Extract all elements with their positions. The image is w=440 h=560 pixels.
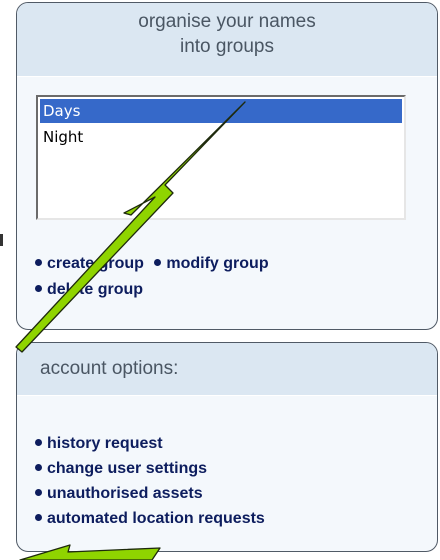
unauthorised-assets-link[interactable]: unauthorised assets xyxy=(35,481,203,506)
bullet-icon xyxy=(35,489,42,496)
groups-title-line1: organise your names xyxy=(138,11,316,32)
group-actions: create group modify group delete group xyxy=(35,251,269,303)
bullet-icon xyxy=(35,439,42,446)
unauthorised-assets-label: unauthorised assets xyxy=(47,485,203,502)
account-options-title: account options: xyxy=(40,358,179,379)
create-group-label: create group xyxy=(47,255,144,272)
groups-panel-header: organise your names into groups xyxy=(17,3,437,77)
list-item-days[interactable]: Days xyxy=(40,99,402,123)
edge-marker xyxy=(0,234,3,246)
change-user-settings-link[interactable]: change user settings xyxy=(35,456,207,481)
history-request-label: history request xyxy=(47,435,163,452)
create-group-link[interactable]: create group xyxy=(35,251,144,277)
bullet-icon xyxy=(154,259,162,266)
bullet-icon xyxy=(35,285,42,292)
groups-panel: organise your names into groups Days Nig… xyxy=(16,2,438,330)
automated-location-requests-link[interactable]: automated location requests xyxy=(35,506,265,531)
bullet-icon xyxy=(35,514,42,521)
groups-title-line2: into groups xyxy=(179,36,274,57)
account-panel-header: account options: xyxy=(17,343,437,396)
change-user-settings-label: change user settings xyxy=(47,460,208,477)
list-item-night[interactable]: Night xyxy=(40,125,402,149)
bullet-icon xyxy=(35,464,42,471)
history-request-link[interactable]: history request xyxy=(35,431,163,456)
automated-location-requests-label: automated location requests xyxy=(47,510,265,527)
bullet-icon xyxy=(35,259,42,266)
groups-listbox[interactable]: Days Night xyxy=(36,95,406,220)
delete-group-link[interactable]: delete group xyxy=(35,277,143,303)
account-options-panel: account options: history request change … xyxy=(16,342,438,552)
account-links: history request change user settings una… xyxy=(35,431,265,531)
modify-group-link[interactable]: modify group xyxy=(154,251,269,277)
delete-group-label: delete group xyxy=(47,281,144,298)
modify-group-label: modify group xyxy=(166,255,269,272)
